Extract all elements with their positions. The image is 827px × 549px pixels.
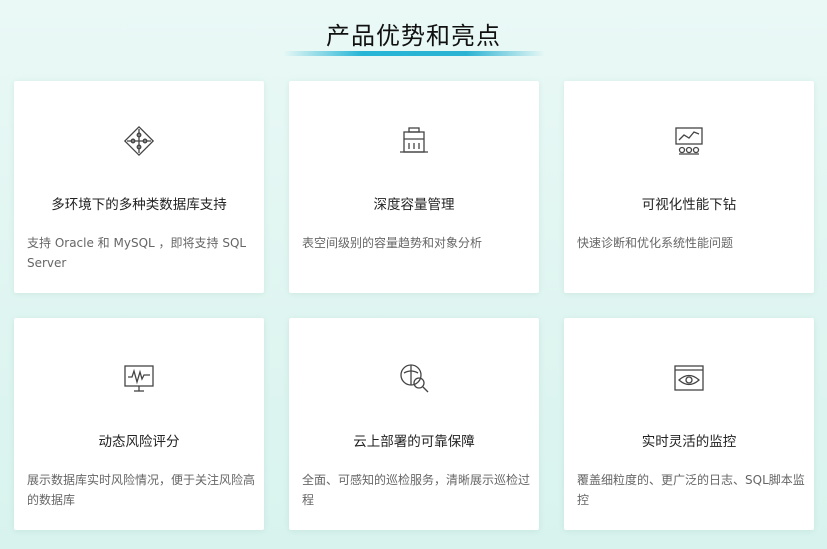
card-description: 覆盖细粒度的、更广泛的日志、SQL脚本监控 (577, 473, 805, 507)
feature-card-risk-score[interactable]: 动态风险评分 展示数据库实时风险情况，便于关注风险高的数据库 (14, 318, 264, 530)
card-title: 实时灵活的监控 (641, 434, 737, 450)
card-description: 展示数据库实时风险情况，便于关注风险高的数据库 (27, 473, 256, 507)
puzzle-icon (121, 123, 157, 159)
feature-card-realtime-monitor[interactable]: 实时灵活的监控 覆盖细粒度的、更广泛的日志、SQL脚本监控 (564, 318, 814, 530)
card-title: 可视化性能下钻 (641, 197, 737, 213)
card-title: 云上部署的可靠保障 (353, 434, 475, 450)
card-description: 全面、可感知的巡检服务，清晰展示巡检过程 (302, 473, 531, 507)
feature-card-cloud-deploy[interactable]: 云上部署的可靠保障 全面、可感知的巡检服务，清晰展示巡检过程 (289, 318, 539, 530)
pulse-monitor-icon (121, 360, 157, 396)
card-description: 表空间级别的容量趋势和对象分析 (302, 236, 483, 250)
card-title: 多环境下的多种类数据库支持 (51, 197, 227, 213)
chart-monitor-icon (671, 123, 707, 159)
inspection-search-icon (396, 360, 432, 396)
feature-card-capacity[interactable]: 深度容量管理 表空间级别的容量趋势和对象分析 (289, 81, 539, 293)
card-description: 快速诊断和优化系统性能问题 (577, 236, 734, 250)
card-title: 动态风险评分 (98, 434, 180, 450)
feature-card-performance[interactable]: 可视化性能下钻 快速诊断和优化系统性能问题 (564, 81, 814, 293)
eye-monitor-icon (671, 360, 707, 396)
database-capacity-icon (396, 123, 432, 159)
card-description: 支持 Oracle 和 MySQL ，即将支持 SQL Server (27, 236, 247, 270)
card-title: 深度容量管理 (373, 197, 455, 213)
section-title: 产品优势和亮点 (326, 22, 501, 50)
title-underline (283, 51, 545, 56)
feature-card-multi-db[interactable]: 多环境下的多种类数据库支持 支持 Oracle 和 MySQL ，即将支持 SQ… (14, 81, 264, 293)
